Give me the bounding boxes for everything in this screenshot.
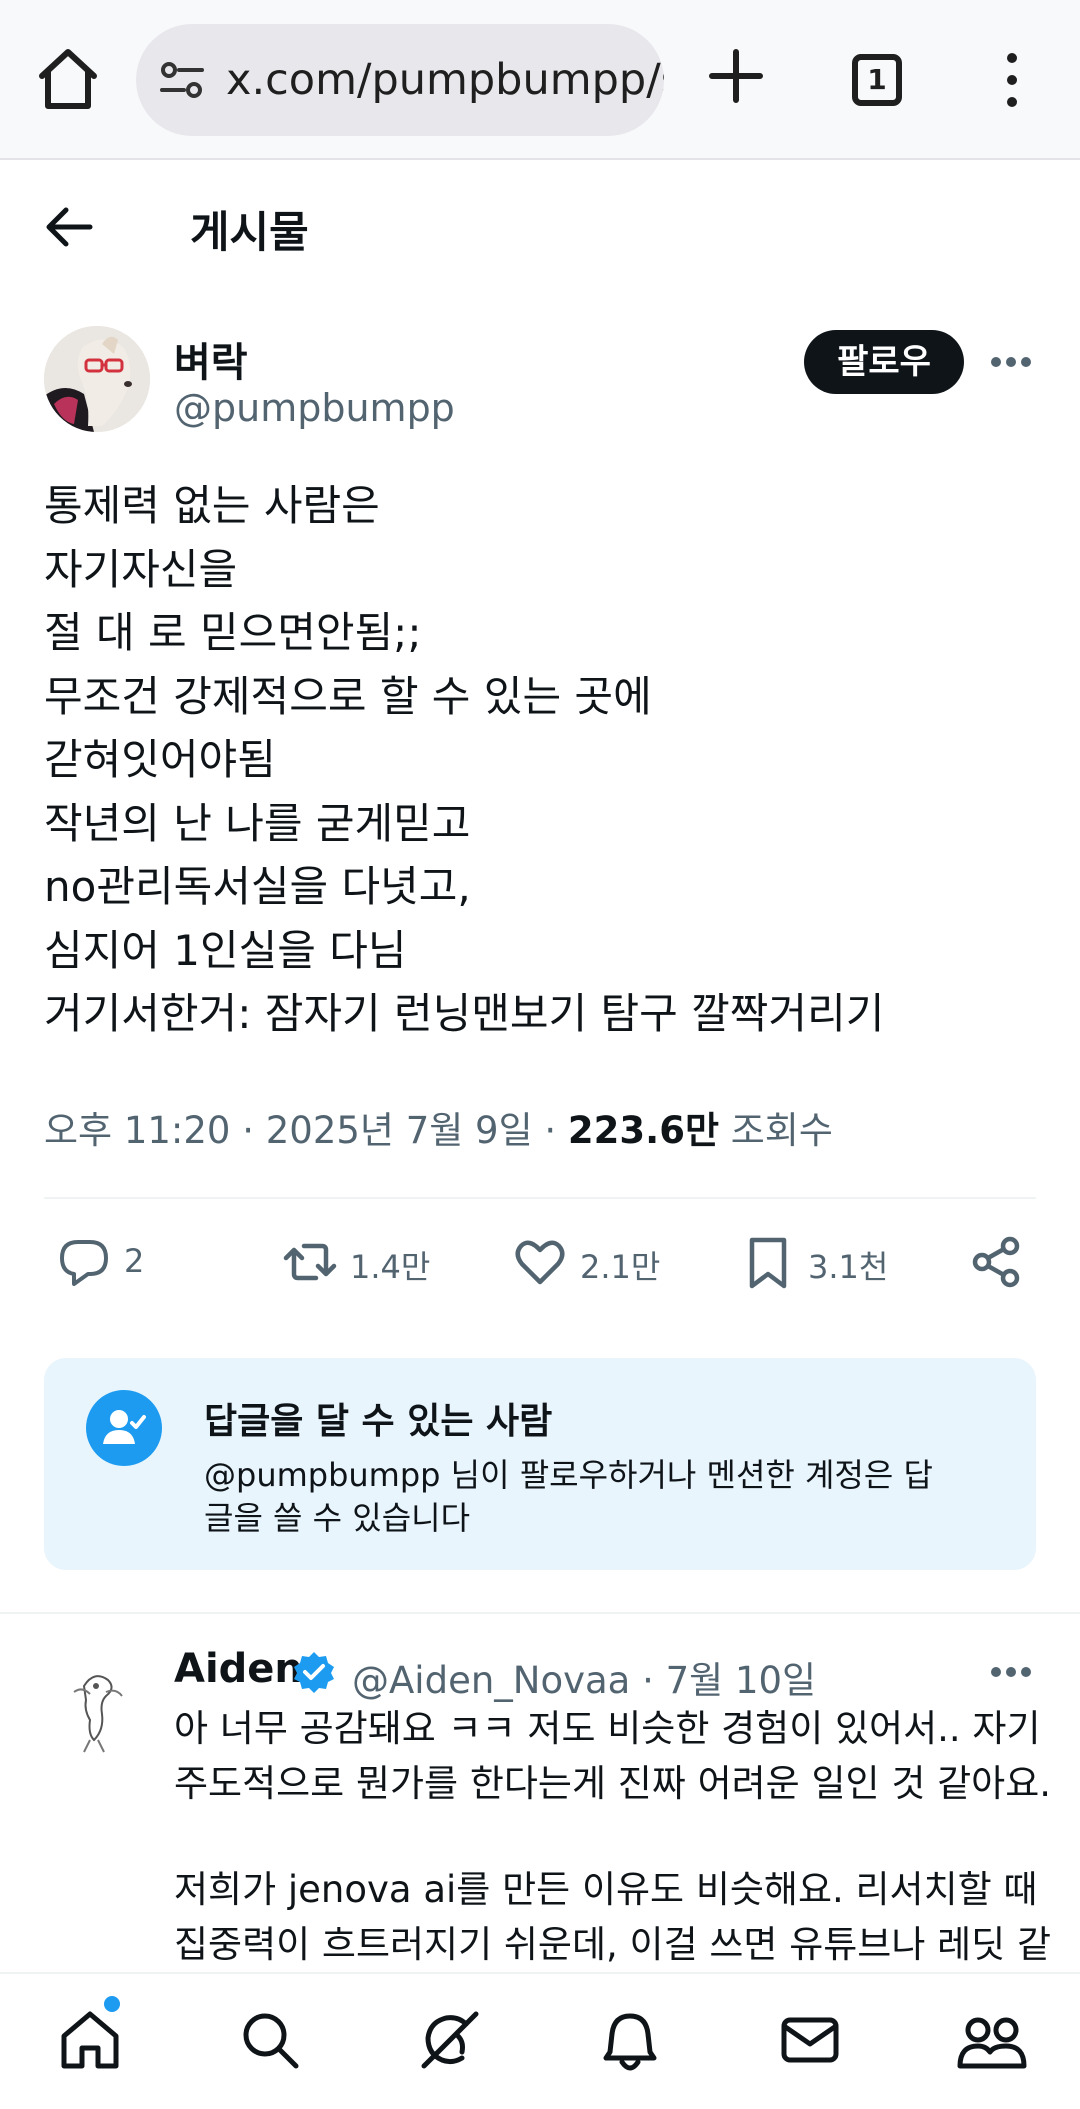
reply-count: 2 [124,1242,145,1280]
divider [0,1612,1080,1614]
reply-text-line: 주도적으로 뭔가를 한다는게 진짜 어려운 일인 것 같아요. [174,1762,1052,1805]
reply-restriction-line: 글을 쓸 수 있습니다 [204,1499,471,1537]
bookmark-count: 3.1천 [808,1248,889,1286]
author-avatar[interactable] [44,326,150,432]
site-settings-icon[interactable] [158,60,206,100]
view-count[interactable]: 223.6만 [568,1109,719,1152]
bottom-navigation [0,1972,1080,2109]
author-name[interactable]: 벼락 [174,330,248,388]
url-text[interactable]: x.com/pumpbumpp/s [226,24,664,136]
reply-restriction-body: @pumpbumpp 님이 팔로우하거나 멘션한 계정은 답 글을 쓸 수 있습… [204,1454,1004,1540]
home-icon[interactable] [58,2008,122,2072]
tab-count: 1 [867,63,887,96]
reply-text: 아 너무 공감돼요 ㅋㅋ 저도 비슷한 경험이 있어서.. 자기 주도적으로 뭔… [174,1701,1054,1972]
notifications-icon[interactable] [598,2008,662,2072]
views-label: 조회수 [719,1109,833,1152]
reply-handle-date[interactable]: @Aiden_Novaa · 7월 10일 [352,1650,816,1704]
post-text-line: 갇혀잇어야됨 [44,735,276,784]
repost-icon [283,1243,337,1281]
post-text: 통제력 없는 사람은 자기자신을 절 대 로 믿으면안됨;; 무조건 강제적으로… [44,474,1044,1046]
post-text-line: 자기자신을 [44,544,238,594]
reply-text-line: 집중력이 흐트러지기 쉬운데, 이걸 쓰면 유튜브나 레딧 같 [174,1923,1052,1966]
like-button[interactable]: 2.1만 [512,1234,672,1294]
bookmark-button[interactable]: 3.1천 [740,1234,900,1294]
communities-icon[interactable] [956,2008,1028,2072]
tab-switcher-icon[interactable]: 1 [852,54,902,106]
search-icon[interactable] [238,2008,302,2072]
reply-text-line: 저희가 jenova ai를 만든 이유도 비슷해요. 리서치할 때 [174,1868,1038,1911]
bookmark-icon [749,1237,787,1289]
address-bar[interactable]: x.com/pumpbumpp/s [136,24,664,136]
divider [44,1197,1036,1199]
reply-restriction-card: 답글을 달 수 있는 사람 @pumpbumpp 님이 팔로우하거나 멘션한 계… [44,1358,1036,1570]
verified-badge-icon [294,1652,334,1693]
repost-button[interactable]: 1.4만 [282,1234,442,1294]
home-icon[interactable] [36,46,100,112]
browser-toolbar: x.com/pumpbumpp/s 1 [0,0,1080,160]
reply-restriction-title: 답글을 달 수 있는 사람 [204,1401,553,1442]
reply-restriction-line: @pumpbumpp 님이 팔로우하거나 멘션한 계정은 답 [204,1456,933,1494]
mention-user-icon [86,1390,162,1466]
like-count: 2.1만 [580,1248,661,1286]
reply-button[interactable]: 2 [56,1234,166,1294]
heart-icon [515,1240,565,1285]
share-icon [972,1236,1020,1288]
reply-text-line: 아 너무 공감돼요 ㅋㅋ 저도 비슷한 경험이 있어서.. 자기 [174,1707,1041,1750]
page-title: 게시물 [190,208,309,258]
post-meta: 오후 11:20 · 2025년 7월 9일 · 223.6만 조회수 [44,1100,833,1154]
post-text-line: 통제력 없는 사람은 [44,481,380,530]
new-tab-icon[interactable] [708,48,764,104]
post-text-line: 거기서한거: 잠자기 런닝맨보기 탐구 깔짝거리기 [44,989,885,1038]
page-header: 게시물 [0,160,1080,294]
post-text-line: 심지어 1인실을 다님 [44,925,407,975]
reply-icon [60,1240,108,1286]
back-arrow-icon[interactable] [44,202,94,252]
new-content-dot [104,1996,120,2012]
reply-author-name[interactable]: Aiden [174,1646,303,1692]
post-timestamp[interactable]: 오후 11:20 · 2025년 7월 9일 · [44,1109,568,1152]
post-text-line: 작년의 난 나를 굳게믿고 [44,798,471,848]
grok-icon[interactable] [418,2008,482,2072]
more-options-icon[interactable] [990,1665,1032,1679]
follow-button[interactable]: 팔로우 [804,330,964,394]
post-text-line: 무조건 강제적으로 할 수 있는 곳에 [44,671,652,721]
more-options-icon[interactable] [990,355,1032,369]
post-text-line: 절 대 로 믿으면안됨;; [44,608,422,657]
reply-author-avatar[interactable] [44,1656,150,1762]
messages-icon[interactable] [778,2008,842,2072]
share-button[interactable] [968,1234,1024,1294]
repost-count: 1.4만 [350,1248,431,1286]
post-text-line: no관리독서실을 다녓고, [44,862,471,911]
browser-menu-icon[interactable] [1000,52,1024,108]
author-handle[interactable]: @pumpbumpp [174,386,455,430]
